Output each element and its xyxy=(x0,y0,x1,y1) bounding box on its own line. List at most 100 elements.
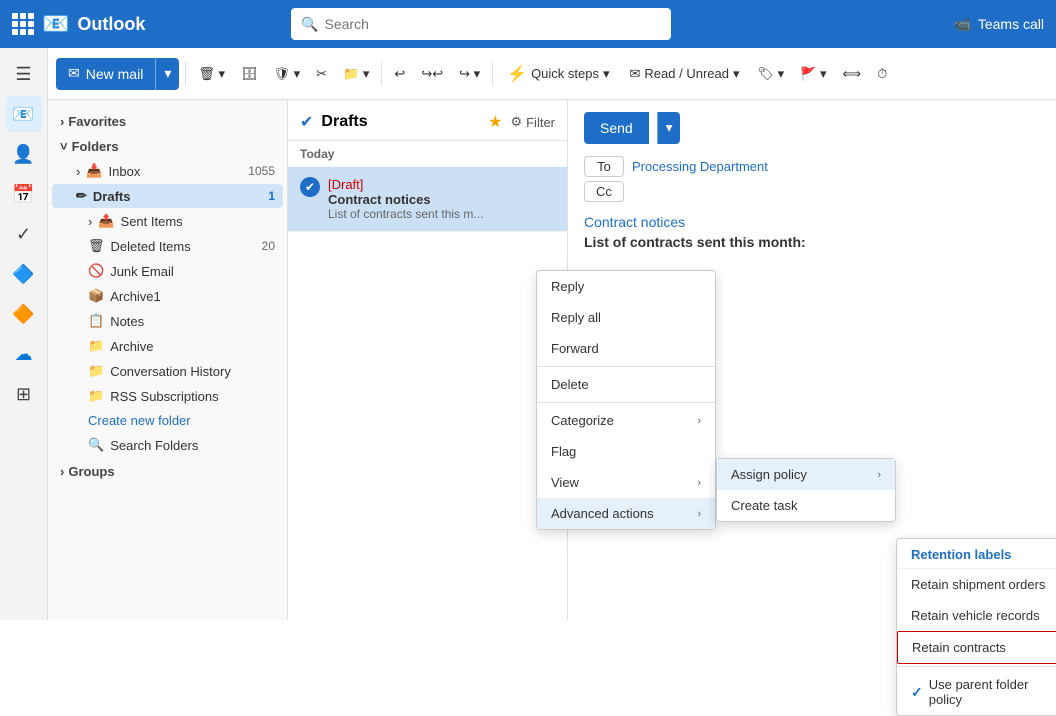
folders-label: Folders xyxy=(72,139,119,154)
ctx-categorize[interactable]: Categorize › xyxy=(537,405,715,436)
ctx-reply-all[interactable]: Reply all xyxy=(537,302,715,333)
ctx-assign-policy[interactable]: Assign policy › xyxy=(717,459,895,490)
ctx-advanced-actions-label: Advanced actions xyxy=(551,506,654,521)
email-item[interactable]: ✔ [Draft] Contract notices List of contr… xyxy=(288,167,567,232)
move-button[interactable]: 📁 ▾ xyxy=(337,58,375,90)
waffle-icon[interactable] xyxy=(12,13,34,35)
sidebar-search-folders[interactable]: 🔍 Search Folders xyxy=(52,433,283,457)
read-unread-button[interactable]: ✉ Read / Unread ▾ xyxy=(622,58,748,90)
quick-steps-button[interactable]: ⚡ Quick steps ▾ xyxy=(499,58,617,90)
sidebar-junk-email[interactable]: 🚫 Junk Email xyxy=(52,259,283,283)
ctx-forward[interactable]: Forward xyxy=(537,333,715,364)
list-check-icon[interactable]: ✔ xyxy=(300,112,313,132)
star-icon[interactable]: ★ xyxy=(488,112,502,132)
flag-button[interactable]: 🚩 ▾ xyxy=(794,58,832,90)
nav-people[interactable]: 👤 xyxy=(6,136,42,172)
ctx-forward-label: Forward xyxy=(551,341,599,356)
folders-header[interactable]: ˅ Folders xyxy=(48,133,287,158)
send-dropdown[interactable]: ▾ xyxy=(657,112,681,144)
ctx-view-label: View xyxy=(551,475,579,490)
create-folder-link[interactable]: Create new folder xyxy=(88,413,191,428)
inbox-icon: 📥 xyxy=(86,163,102,179)
tag-button[interactable]: 🏷 ▾ xyxy=(752,58,791,90)
ctx-view-arrow: › xyxy=(697,477,701,489)
envelope-icon: ✉ xyxy=(630,66,641,82)
quick-steps-arrow: ▾ xyxy=(603,66,610,82)
history-button[interactable]: ⏱ xyxy=(871,58,893,90)
filter-button[interactable]: ⚙ Filter xyxy=(510,114,555,130)
sidebar-rss[interactable]: 📁 RSS Subscriptions xyxy=(52,384,283,408)
sidebar-drafts[interactable]: ✏ Drafts 1 xyxy=(52,184,283,208)
search-input[interactable] xyxy=(325,16,662,32)
junk-button[interactable]: 🛡 ▾ xyxy=(268,58,307,90)
toolbar-separator-3 xyxy=(492,62,493,86)
ctx-view[interactable]: View › xyxy=(537,467,715,498)
favorites-header[interactable]: › Favorites xyxy=(48,108,287,133)
archive-button[interactable]: 🗄 xyxy=(235,58,264,90)
undo-button[interactable]: ↩ xyxy=(388,58,411,90)
nav-hamburger[interactable]: ☰ xyxy=(6,56,42,92)
search-icon: 🔍 xyxy=(301,16,318,33)
redo-button[interactable]: ↪ ▾ xyxy=(453,58,486,90)
sidebar: › Favorites ˅ Folders › 📥 Inbox 1055 ✏ D… xyxy=(48,100,288,620)
content-area: › Favorites ˅ Folders › 📥 Inbox 1055 ✏ D… xyxy=(48,100,1056,620)
ctx-create-task[interactable]: Create task xyxy=(717,490,895,521)
search-bar[interactable]: 🔍 xyxy=(291,8,671,40)
sidebar-deleted-items[interactable]: 🗑 Deleted Items 20 xyxy=(52,234,283,258)
retention-contracts[interactable]: Retain contracts xyxy=(897,631,1056,664)
retention-vehicle[interactable]: Retain vehicle records xyxy=(897,600,1056,631)
top-right-area: 📹 Teams call xyxy=(954,16,1044,33)
ctx-assign-policy-arrow: › xyxy=(877,469,881,481)
ctx-advanced-actions[interactable]: Advanced actions › xyxy=(537,498,715,529)
nav-cloud[interactable]: ☁ xyxy=(6,336,42,372)
email-list-header: ✔ Drafts ★ ⚙ Filter xyxy=(288,100,567,141)
translate-button[interactable]: ⟺ xyxy=(837,58,868,90)
check-mark-icon: ✓ xyxy=(911,684,923,701)
nav-calendar[interactable]: 📅 xyxy=(6,176,42,212)
sweep-button[interactable]: ✂ xyxy=(310,58,333,90)
new-mail-dropdown[interactable]: ▾ xyxy=(155,58,179,90)
teams-call-button[interactable]: 📹 Teams call xyxy=(954,16,1044,33)
retention-parent-folder[interactable]: ✓ Use parent folder policy xyxy=(897,669,1056,715)
nav-tasks[interactable]: ✓ xyxy=(6,216,42,252)
sent-icon: 📤 xyxy=(98,213,114,229)
email-list: ✔ Drafts ★ ⚙ Filter Today ✔ [Draft] Cont… xyxy=(288,100,568,620)
cc-row: Cc xyxy=(584,181,1040,202)
email-preview: List of contracts sent this m... xyxy=(328,207,555,221)
search-folders-label: Search Folders xyxy=(110,438,198,453)
chevron-right-icon: › xyxy=(88,214,92,229)
pencil-icon: ✏ xyxy=(76,188,87,204)
sidebar-archive1[interactable]: 📦 Archive1 xyxy=(52,284,283,308)
new-mail-main[interactable]: ✉ New mail xyxy=(56,58,155,90)
retention-menu: Retention labels Retain shipment orders … xyxy=(896,538,1056,716)
sidebar-sent-items[interactable]: › 📤 Sent Items xyxy=(52,209,283,233)
archive1-label: Archive1 xyxy=(110,289,161,304)
rss-icon: 📁 xyxy=(88,388,104,404)
nav-apps[interactable]: 🔶 xyxy=(6,296,42,332)
sidebar-inbox[interactable]: › 📥 Inbox 1055 xyxy=(52,159,283,183)
nav-teams[interactable]: 🔷 xyxy=(6,256,42,292)
undo-all-button[interactable]: ↪↩ xyxy=(415,58,449,90)
folder-icon: 📁 xyxy=(88,338,104,354)
ctx-reply[interactable]: Reply xyxy=(537,271,715,302)
ctx-categorize-label: Categorize xyxy=(551,413,614,428)
nav-mail[interactable]: 📧 xyxy=(6,96,42,132)
delete-button[interactable]: 🗑 ▾ xyxy=(192,58,231,90)
retention-shipment[interactable]: Retain shipment orders xyxy=(897,569,1056,600)
ctx-flag[interactable]: Flag xyxy=(537,436,715,467)
conversation-history-label: Conversation History xyxy=(110,364,231,379)
to-value: Processing Department xyxy=(632,159,768,174)
context-menu: Reply Reply all Forward Delete Categoriz… xyxy=(536,270,716,530)
ctx-create-task-label: Create task xyxy=(731,498,797,513)
groups-header[interactable]: › Groups xyxy=(48,458,287,483)
new-mail-button[interactable]: ✉ New mail ▾ xyxy=(56,58,179,90)
sidebar-archive[interactable]: 📁 Archive xyxy=(52,334,283,358)
sidebar-create-folder[interactable]: Create new folder xyxy=(52,409,283,432)
nav-grid[interactable]: ⊞ xyxy=(6,376,42,412)
ctx-delete[interactable]: Delete xyxy=(537,369,715,400)
rss-label: RSS Subscriptions xyxy=(110,389,218,404)
cc-label: Cc xyxy=(584,181,624,202)
sidebar-notes[interactable]: 📋 Notes xyxy=(52,309,283,333)
send-button[interactable]: Send xyxy=(584,112,649,144)
sidebar-conversation-history[interactable]: 📁 Conversation History xyxy=(52,359,283,383)
